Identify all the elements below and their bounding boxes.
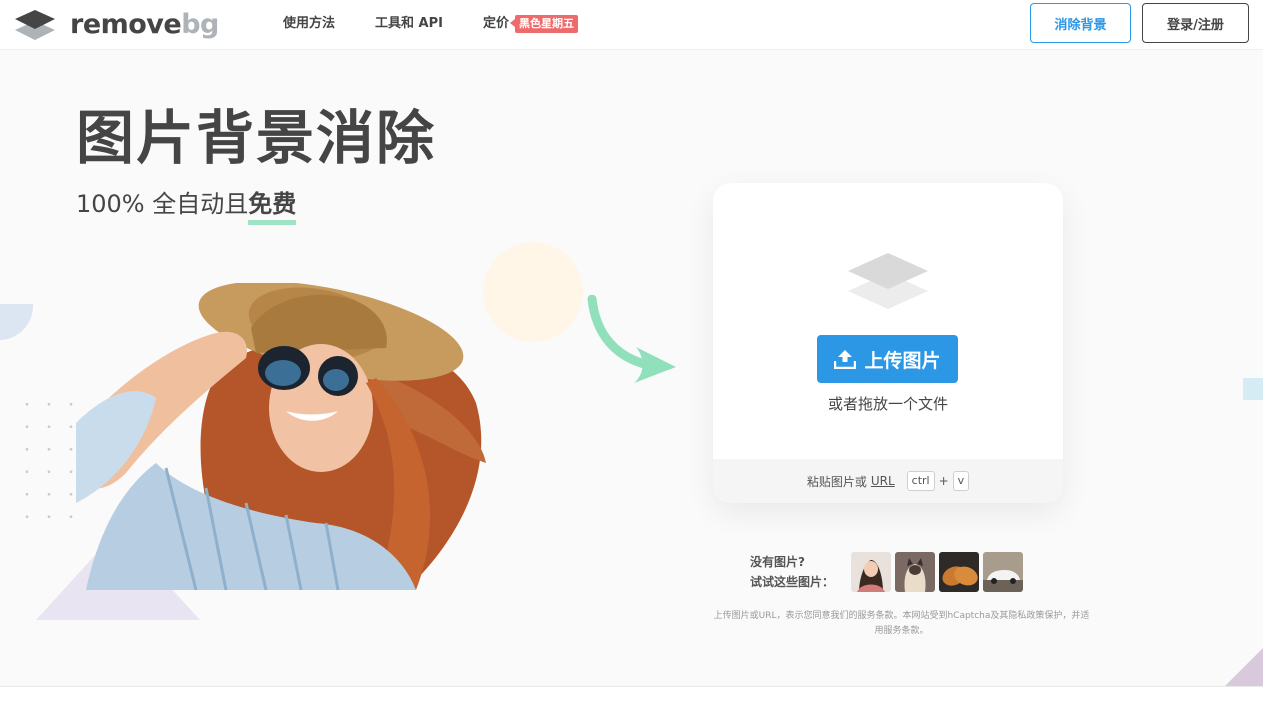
upload-icon <box>834 350 857 369</box>
paste-hint: 粘贴图片或 URL ctrl + v <box>713 459 1063 503</box>
decorative-mask <box>0 240 35 304</box>
upload-button-label: 上传图片 <box>864 349 941 372</box>
remove-background-button[interactable]: 消除背景 <box>1030 3 1131 43</box>
sample-cat-icon[interactable] <box>895 552 935 592</box>
page-title: 图片背景消除 <box>76 104 437 172</box>
layers-icon <box>848 253 928 309</box>
upload-image-button[interactable]: 上传图片 <box>817 335 958 383</box>
try-these-text: 试试这些图片： <box>750 575 835 589</box>
main-nav: 使用方法 工具和 API 定价 黑色星期五 <box>283 14 578 34</box>
login-signup-button[interactable]: 登录/注册 <box>1142 3 1249 43</box>
nav-pricing-label: 定价 <box>482 16 509 31</box>
upload-card[interactable]: 上传图片 或者拖放一个文件 粘贴图片或 URL ctrl + v <box>713 183 1063 503</box>
sample-bread-icon[interactable] <box>939 552 979 592</box>
paste-url-link[interactable]: URL <box>871 474 895 488</box>
terms-disclaimer: 上传图片或URL，表示您同意我们的服务条款。本网站受到hCaptcha及其隐私政… <box>713 611 1090 636</box>
sample-images-label: 没有图片? 试试这些图片： <box>750 552 834 592</box>
logo-text: removebg <box>70 9 219 40</box>
paste-prefix: 粘贴图片或 <box>806 474 867 489</box>
subtitle-highlight: 免费 <box>248 190 297 225</box>
key-v: v <box>952 471 970 491</box>
curved-arrow-icon <box>587 295 676 383</box>
decorative-yellow-circle <box>483 242 583 342</box>
nav-tools-api[interactable]: 工具和 API <box>375 14 443 34</box>
sample-woman-icon[interactable] <box>851 552 891 592</box>
decorative-corner-triangle <box>1225 648 1263 686</box>
key-plus: + <box>938 474 949 488</box>
page-subtitle: 100% 全自动且免费 <box>76 188 297 225</box>
logo[interactable]: removebg <box>14 7 219 43</box>
decorative-square <box>1243 378 1263 400</box>
drop-file-text: 或者拖放一个文件 <box>827 395 948 413</box>
sample-images <box>851 552 1023 592</box>
subtitle-prefix: 100% 全自动且 <box>76 190 249 218</box>
no-image-text: 没有图片? <box>750 555 805 569</box>
black-friday-badge: 黑色星期五 <box>509 15 578 33</box>
top-navbar: removebg 使用方法 工具和 API 定价 黑色星期五 消除背景 登录/注… <box>0 0 1263 50</box>
decorative-dots <box>16 393 76 538</box>
nav-pricing[interactable]: 定价 黑色星期五 <box>483 14 578 34</box>
logo-icon <box>15 10 55 40</box>
next-section <box>0 687 1263 707</box>
nav-how-to-use[interactable]: 使用方法 <box>283 14 335 34</box>
sample-car-icon[interactable] <box>983 552 1023 592</box>
key-ctrl: ctrl <box>906 471 935 491</box>
hero-woman-image <box>76 283 486 590</box>
